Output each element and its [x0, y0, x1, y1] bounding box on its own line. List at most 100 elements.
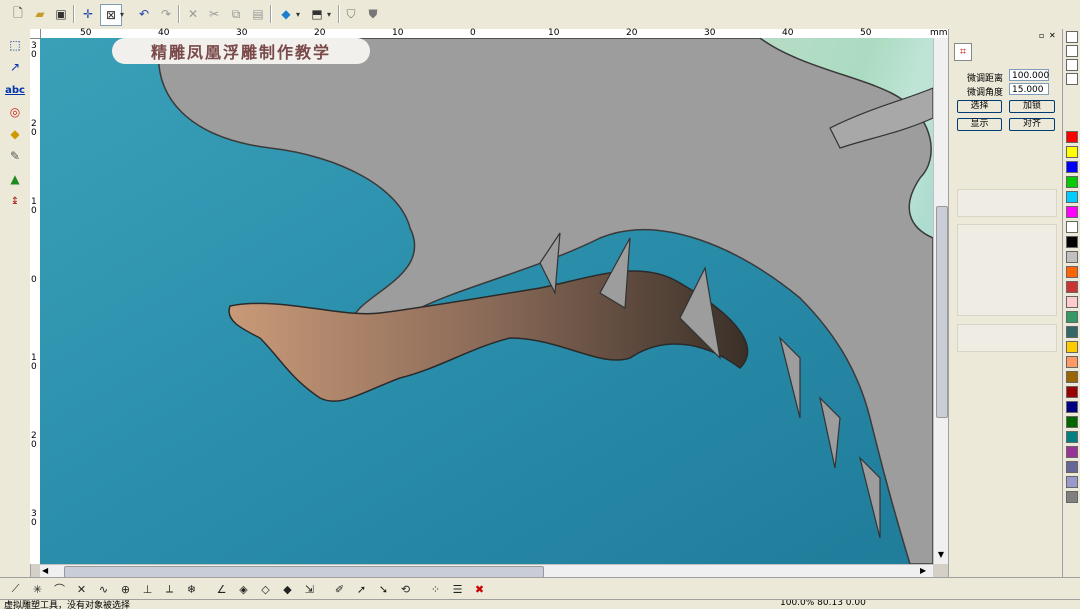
- shape-3d-icon[interactable]: ◆: [276, 4, 296, 24]
- tangent-icon[interactable]: ⟂: [160, 580, 179, 598]
- arc-tool-icon[interactable]: ⌒: [50, 580, 69, 598]
- new-file-icon[interactable]: 🗋: [8, 4, 28, 24]
- scatter-icon[interactable]: ⁘: [426, 580, 445, 598]
- circle-tool-icon[interactable]: ◎: [4, 102, 26, 122]
- eyedropper-icon[interactable]: [1066, 59, 1078, 71]
- undo-icon[interactable]: ↶: [134, 4, 154, 24]
- node-edit-icon[interactable]: ↗: [4, 57, 26, 77]
- scroll-down-arrow-icon[interactable]: ▼: [936, 550, 946, 562]
- align-button[interactable]: 对齐: [1009, 118, 1055, 131]
- ruler-tick-label: 30: [704, 28, 716, 38]
- color-swatch[interactable]: [1066, 446, 1078, 458]
- crosshair-icon[interactable]: ✛: [78, 4, 98, 24]
- vertical-scroll-thumb[interactable]: [936, 206, 948, 418]
- show-button[interactable]: 显示: [957, 118, 1002, 131]
- grid-icon[interactable]: [1066, 73, 1078, 85]
- shield-outline-icon[interactable]: ⛉: [341, 4, 361, 24]
- diamond-icon[interactable]: ◈: [234, 580, 253, 598]
- line-tool-icon[interactable]: ⟋: [6, 580, 25, 598]
- horizontal-scrollbar[interactable]: ◀ ▶: [40, 564, 933, 578]
- ruler-tick-label: 0: [470, 28, 476, 38]
- color-swatch[interactable]: [1066, 236, 1078, 248]
- scroll-right-arrow-icon[interactable]: ▶: [920, 566, 930, 576]
- diamond-node-icon[interactable]: ◆: [278, 580, 297, 598]
- pencil-icon[interactable]: [1066, 31, 1078, 43]
- delete-icon[interactable]: ✕: [183, 4, 203, 24]
- angle-icon[interactable]: ∠: [212, 580, 231, 598]
- color-swatch[interactable]: [1066, 266, 1078, 278]
- phoenix-relief-render: [40, 38, 933, 564]
- color-swatch[interactable]: [1066, 251, 1078, 263]
- color-swatch[interactable]: [1066, 206, 1078, 218]
- color-swatch[interactable]: [1066, 176, 1078, 188]
- color-swatch[interactable]: [1066, 146, 1078, 158]
- scroll-left-arrow-icon[interactable]: ◀: [42, 566, 52, 576]
- design-canvas[interactable]: [40, 38, 933, 564]
- cut-icon[interactable]: ✂: [204, 4, 224, 24]
- fill-tool-icon[interactable]: ◆: [4, 124, 26, 144]
- color-swatch[interactable]: [1066, 221, 1078, 233]
- color-swatch[interactable]: [1066, 491, 1078, 503]
- star-tool-icon[interactable]: ✳: [28, 580, 47, 598]
- minimize-icon[interactable]: ▫: [1039, 31, 1047, 40]
- color-swatch[interactable]: [1066, 356, 1078, 368]
- measure-tool-icon[interactable]: ↨: [4, 191, 26, 211]
- view-3d-icon[interactable]: ⬒: [307, 4, 327, 24]
- rect-select-icon[interactable]: ⬚: [4, 35, 26, 55]
- nudge-angle-input[interactable]: 15.000: [1009, 83, 1049, 95]
- edit-list-icon[interactable]: ☰: [448, 580, 467, 598]
- color-swatch[interactable]: [1066, 476, 1078, 488]
- circle-target-icon[interactable]: ⊕: [116, 580, 135, 598]
- paste-icon[interactable]: ▤: [248, 4, 268, 24]
- color-swatch[interactable]: [1066, 326, 1078, 338]
- color-swatch[interactable]: [1066, 161, 1078, 173]
- color-swatch[interactable]: [1066, 311, 1078, 323]
- ruler-tick-label: 10: [392, 28, 404, 38]
- no-fill-icon[interactable]: [1066, 45, 1078, 57]
- color-swatch[interactable]: [1066, 191, 1078, 203]
- cursor-mark-icon[interactable]: ⇲: [300, 580, 319, 598]
- open-folder-icon[interactable]: ▰: [30, 4, 50, 24]
- save-icon[interactable]: ▣: [51, 4, 71, 24]
- color-swatch[interactable]: [1066, 416, 1078, 428]
- close-red-icon[interactable]: ✖: [470, 580, 489, 598]
- snowflake-icon[interactable]: ❄: [182, 580, 201, 598]
- pen-tool-icon[interactable]: ✎: [4, 146, 26, 166]
- color-swatch[interactable]: [1066, 131, 1078, 143]
- perpendicular-icon[interactable]: ⊥: [138, 580, 157, 598]
- ruler-tick-label: 0: [31, 275, 37, 285]
- color-swatch[interactable]: [1066, 431, 1078, 443]
- chevron-down-icon[interactable]: ▾: [325, 4, 333, 24]
- ruler-tick-label: 1 0: [31, 197, 40, 216]
- ruler-tick-label: 50: [80, 28, 92, 38]
- color-swatch[interactable]: [1066, 296, 1078, 308]
- cross-tool-icon[interactable]: ✕: [72, 580, 91, 598]
- left-toolbar: ⬚ ↗ abc ◎ ◆ ✎ ▲ ↨: [0, 29, 31, 577]
- vertical-scrollbar[interactable]: ▼: [933, 38, 949, 564]
- chevron-down-icon[interactable]: ▾: [294, 4, 302, 24]
- color-swatch[interactable]: [1066, 371, 1078, 383]
- transform-icon[interactable]: ⟲: [396, 580, 415, 598]
- relief-tool-icon[interactable]: ▲: [4, 169, 26, 189]
- cursor-delete-icon[interactable]: ➘: [374, 580, 393, 598]
- text-tool-icon[interactable]: abc: [4, 80, 26, 100]
- color-swatch[interactable]: [1066, 386, 1078, 398]
- node-tool-icon[interactable]: ⌗: [954, 43, 972, 61]
- cursor-add-icon[interactable]: ➚: [352, 580, 371, 598]
- color-swatch[interactable]: [1066, 461, 1078, 473]
- color-swatch[interactable]: [1066, 341, 1078, 353]
- color-swatch[interactable]: [1066, 401, 1078, 413]
- shield-solid-icon[interactable]: ⛊: [363, 4, 383, 24]
- close-icon[interactable]: ✕: [1049, 31, 1057, 40]
- diamond-arrow-icon[interactable]: ◇: [256, 580, 275, 598]
- redo-icon[interactable]: ↷: [156, 4, 176, 24]
- copy-icon[interactable]: ⧉: [226, 4, 246, 24]
- chevron-down-icon[interactable]: ▾: [118, 4, 126, 24]
- ruler-pencil-icon[interactable]: ✐: [330, 580, 349, 598]
- curve-tool-icon[interactable]: ∿: [94, 580, 113, 598]
- color-swatch[interactable]: [1066, 281, 1078, 293]
- property-panel: ⌗ ▫ ✕ 微调距离 100.000 微调角度 15.000 选择 加锁 显示 …: [948, 29, 1063, 577]
- add-lock-button[interactable]: 加锁: [1009, 100, 1055, 113]
- select-button[interactable]: 选择: [957, 100, 1002, 113]
- nudge-distance-input[interactable]: 100.000: [1009, 69, 1049, 81]
